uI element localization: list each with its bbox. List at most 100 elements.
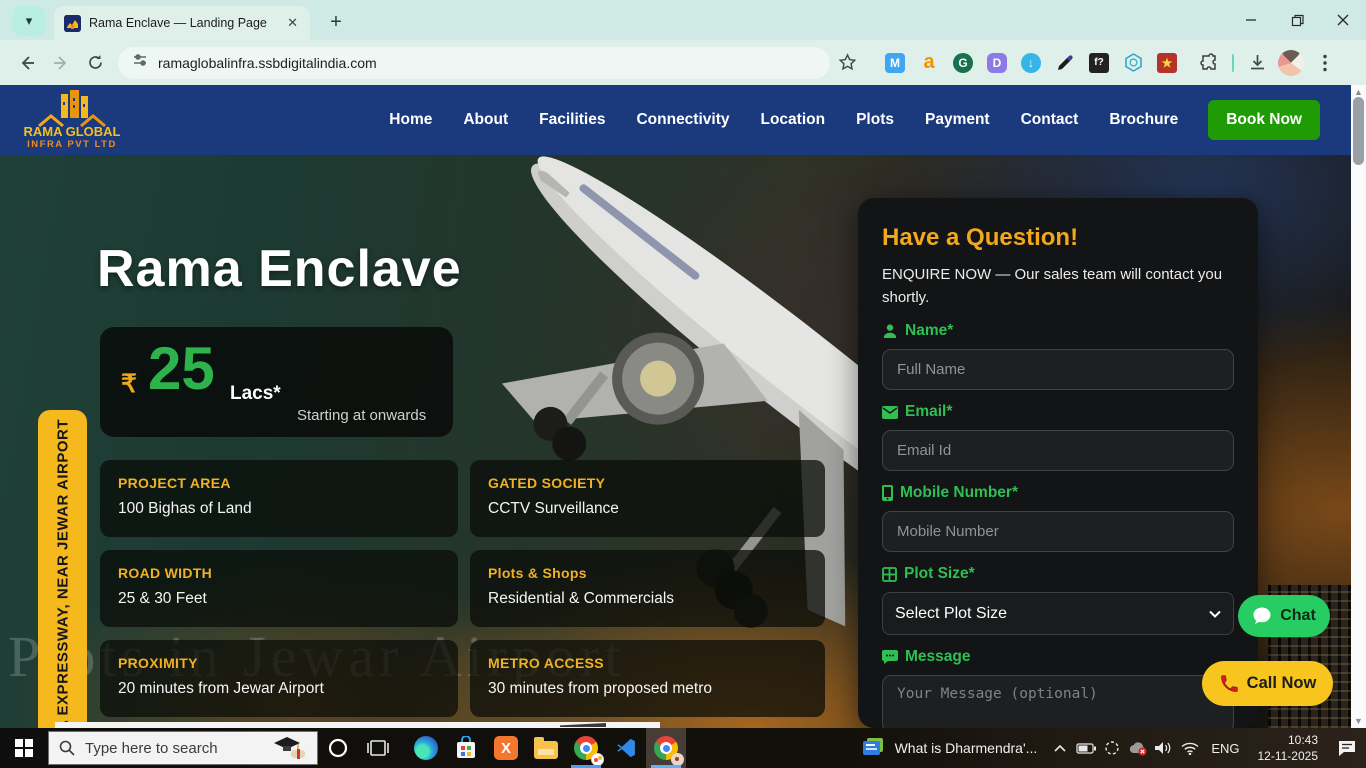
tray-chevron-up-icon[interactable] [1047, 728, 1073, 768]
graduation-cap-icon [273, 735, 307, 761]
nav-item-contact[interactable]: Contact [1021, 111, 1079, 129]
clock[interactable]: 10:43 12-11-2025 [1248, 732, 1329, 764]
action-center-icon[interactable] [1328, 728, 1366, 768]
nav-item-facilities[interactable]: Facilities [539, 111, 605, 129]
reload-button[interactable] [78, 46, 112, 80]
price-card: ₹ 25 Lacs* Starting at onwards [100, 327, 453, 437]
taskbar-vscode-icon[interactable] [606, 728, 646, 768]
taskbar-edge-icon[interactable] [406, 728, 446, 768]
bookmark-star-icon[interactable] [832, 48, 862, 78]
message-label: Message [882, 648, 1234, 666]
hero-section: Plots in Jewar Airport Rama Enclave ₹ 25… [0, 155, 1366, 728]
language-indicator[interactable]: ENG [1203, 741, 1247, 756]
plot-size-label: Plot Size* [882, 565, 1234, 583]
ribbon-text: JA EXPRESSWAY, NEAR JEWAR AIRPORT [54, 419, 71, 728]
feature-title: ROAD WIDTH [118, 565, 440, 581]
news-headline[interactable]: What is Dharmendra'... [895, 740, 1038, 756]
wifi-icon[interactable] [1177, 728, 1203, 768]
extension-amazon-icon[interactable]: a [914, 48, 944, 78]
nav-item-payment[interactable]: Payment [925, 111, 990, 129]
book-now-button[interactable]: Book Now [1208, 100, 1320, 140]
extension-star-wand-icon[interactable]: ★ [1152, 48, 1182, 78]
call-now-button[interactable]: Call Now [1202, 661, 1333, 706]
extension-hexagon-icon[interactable] [1118, 48, 1148, 78]
window-restore-button[interactable] [1274, 0, 1320, 40]
feature-card-project-area: PROJECT AREA 100 Bighas of Land [100, 460, 458, 537]
profile-avatar[interactable] [1276, 48, 1306, 78]
browser-titlebar: ▾ Rama Enclave — Landing Page ✕ + [0, 0, 1366, 40]
new-tab-button[interactable]: + [322, 8, 350, 36]
page-scrollbar[interactable]: ▲ ▼ [1351, 85, 1366, 728]
feature-card-metro-access: METRO ACCESS 30 minutes from proposed me… [470, 640, 825, 717]
tab-search-button[interactable]: ▾ [12, 6, 46, 36]
url-text[interactable]: ramaglobalinfra.ssbdigitalindia.com [158, 55, 377, 71]
onedrive-sync-icon[interactable] [1099, 728, 1125, 768]
nav-item-location[interactable]: Location [760, 111, 825, 129]
cloud-error-icon[interactable] [1125, 728, 1151, 768]
windows-taskbar: Type here to search X [0, 728, 1366, 768]
tab-close-icon[interactable]: ✕ [285, 15, 300, 31]
plot-size-select[interactable]: Select Plot Size [882, 592, 1234, 635]
back-button[interactable] [10, 46, 44, 80]
extension-downloader-icon[interactable]: ↓ [1016, 48, 1046, 78]
email-input[interactable] [882, 430, 1234, 471]
nav-item-plots[interactable]: Plots [856, 111, 894, 129]
taskbar-store-icon[interactable] [446, 728, 486, 768]
feature-title: GATED SOCIETY [488, 475, 807, 491]
price-note: Starting at onwards [297, 407, 426, 424]
extension-gmail-icon[interactable]: M [880, 48, 910, 78]
window-close-button[interactable] [1320, 0, 1366, 40]
scroll-down-icon[interactable]: ▼ [1351, 716, 1366, 726]
nav-item-connectivity[interactable]: Connectivity [636, 111, 729, 129]
rama-global-logo[interactable]: RAMA GLOBAL INFRA PVT LTD [18, 90, 126, 150]
url-bar[interactable]: ramaglobalinfra.ssbdigitalindia.com [118, 47, 830, 79]
start-button[interactable] [0, 728, 48, 768]
taskbar-file-explorer-icon[interactable] [526, 728, 566, 768]
forward-button[interactable] [44, 46, 78, 80]
cortana-button[interactable] [318, 728, 358, 768]
form-subheading: ENQUIRE NOW — Our sales team will contac… [882, 264, 1234, 309]
menu-kebab-icon[interactable] [1310, 48, 1340, 78]
feature-title: PROXIMITY [118, 655, 440, 671]
downloads-icon[interactable] [1242, 48, 1272, 78]
extension-color-picker-icon[interactable] [1050, 48, 1080, 78]
news-widget[interactable]: What is Dharmendra'... [853, 728, 1048, 768]
nav-item-brochure[interactable]: Brochure [1109, 111, 1178, 129]
taskbar-chrome-profile-icon[interactable] [566, 728, 606, 768]
taskbar-chrome-active-icon[interactable] [646, 728, 686, 768]
nav-links: Home About Facilities Connectivity Locat… [389, 111, 1178, 129]
feature-card-gated-society: GATED SOCIETY CCTV Surveillance [470, 460, 825, 537]
extension-d-icon[interactable]: D [982, 48, 1012, 78]
extension-font-finder-icon[interactable]: f? [1084, 48, 1114, 78]
email-label: Email* [882, 403, 1234, 421]
feature-value: 100 Bighas of Land [118, 500, 440, 518]
message-textarea[interactable] [882, 675, 1234, 728]
scrollbar-thumb[interactable] [1353, 97, 1364, 165]
window-minimize-button[interactable] [1228, 0, 1274, 40]
feature-value: 20 minutes from Jewar Airport [118, 680, 440, 698]
form-heading: Have a Question! [882, 224, 1234, 252]
envelope-icon [882, 406, 898, 419]
taskbar-search-box[interactable]: Type here to search [48, 731, 318, 765]
tray-time: 10:43 [1258, 732, 1319, 748]
volume-icon[interactable] [1151, 728, 1177, 768]
feature-value: CCTV Surveillance [488, 500, 807, 518]
search-icon [59, 740, 75, 756]
chat-button[interactable]: Chat [1238, 595, 1330, 637]
browser-tab[interactable]: Rama Enclave — Landing Page ✕ [54, 6, 310, 40]
nav-item-home[interactable]: Home [389, 111, 432, 129]
scroll-up-icon[interactable]: ▲ [1351, 87, 1366, 97]
task-view-button[interactable] [358, 728, 398, 768]
tray-date: 12-11-2025 [1258, 748, 1319, 764]
feature-value: 30 minutes from proposed metro [488, 680, 807, 698]
extensions-puzzle-icon[interactable] [1194, 48, 1224, 78]
nav-item-about[interactable]: About [463, 111, 508, 129]
rupee-icon: ₹ [121, 369, 137, 399]
name-input[interactable] [882, 349, 1234, 390]
select-chevron-icon [1209, 610, 1221, 618]
extension-grammarly-icon[interactable]: G [948, 48, 978, 78]
taskbar-xampp-icon[interactable]: X [486, 728, 526, 768]
mobile-phone-icon [882, 485, 893, 501]
battery-icon[interactable] [1073, 728, 1099, 768]
mobile-input[interactable] [882, 511, 1234, 552]
